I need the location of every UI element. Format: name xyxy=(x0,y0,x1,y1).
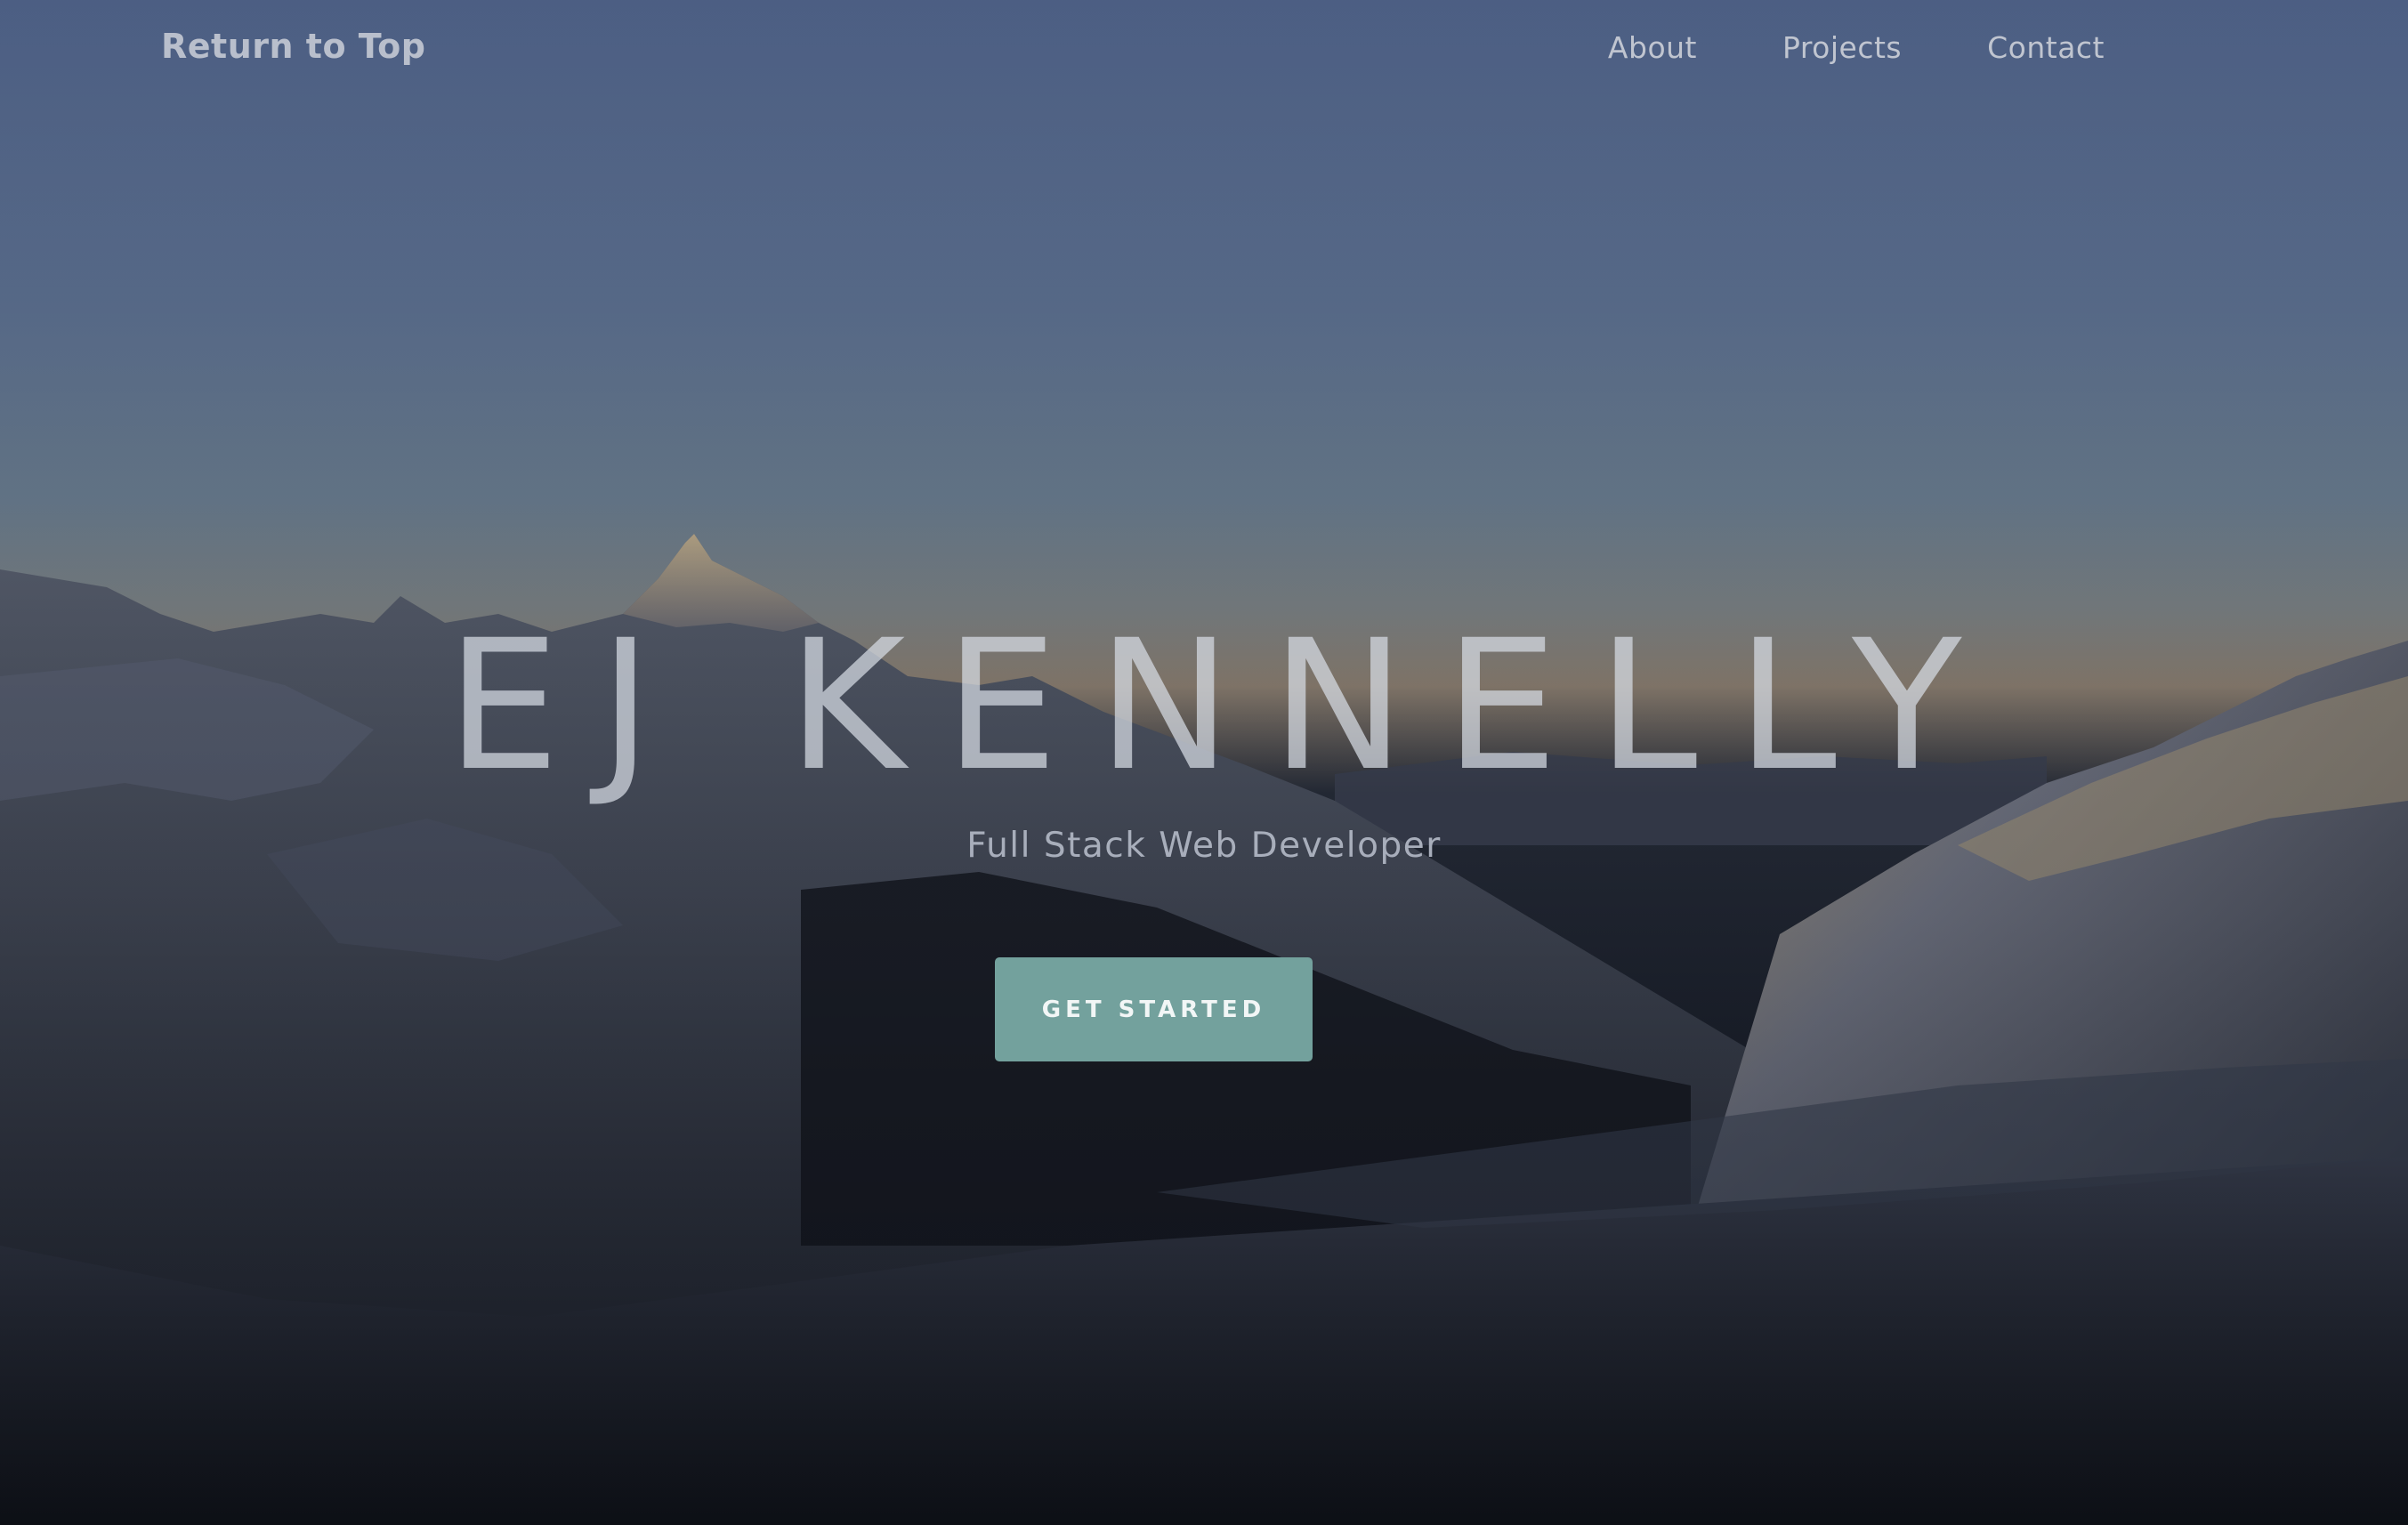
hero-title: EJ KENNELLY xyxy=(446,601,2001,811)
get-started-button[interactable]: GET STARTED xyxy=(995,957,1313,1061)
hero-subtitle: Full Stack Web Developer xyxy=(966,826,1442,866)
nav-link-about[interactable]: About xyxy=(1608,30,1697,65)
nav-link-projects[interactable]: Projects xyxy=(1782,30,1902,65)
top-navbar: Return to Top About Projects Contact xyxy=(0,0,2408,98)
nav-link-contact[interactable]: Contact xyxy=(1987,30,2105,65)
hero-page: Return to Top About Projects Contact EJ … xyxy=(0,0,2408,1525)
return-to-top-link[interactable]: Return to Top xyxy=(161,27,425,66)
nav-links: About Projects Contact xyxy=(1608,30,2105,65)
